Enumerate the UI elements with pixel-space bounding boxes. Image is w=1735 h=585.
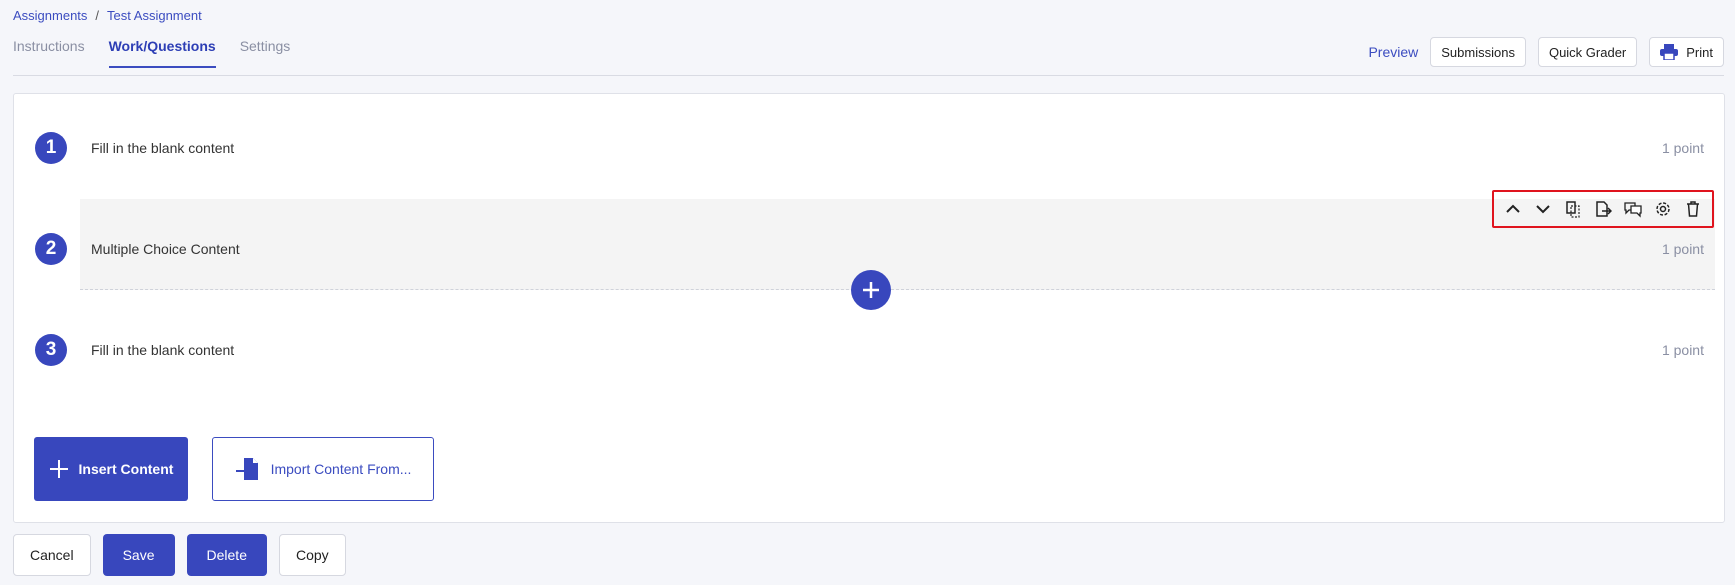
save-button[interactable]: Save	[102, 534, 175, 576]
export-button[interactable]	[1590, 196, 1616, 222]
tab-instructions[interactable]: Instructions	[13, 38, 85, 68]
question-number: 2	[35, 233, 67, 265]
bottom-actions: Cancel Save Delete Copy	[13, 534, 346, 576]
duplicate-icon	[1566, 201, 1580, 218]
move-down-button[interactable]	[1530, 196, 1556, 222]
trash-icon	[1687, 201, 1699, 217]
question-1[interactable]: 1 Fill in the blank content 1 point	[14, 94, 1724, 184]
question-points: 1 point	[1661, 140, 1704, 156]
print-label: Print	[1686, 44, 1713, 60]
top-actions: Preview Submissions Quick Grader Print	[1368, 37, 1724, 67]
question-number: 3	[35, 334, 67, 366]
insert-content-button[interactable]: Insert Content	[34, 437, 188, 501]
question-text: Multiple Choice Content	[91, 241, 240, 257]
import-file-icon	[235, 458, 258, 480]
question-3[interactable]: 3 Fill in the blank content 1 point	[14, 296, 1724, 386]
import-content-button[interactable]: Import Content From...	[212, 437, 434, 501]
question-text: Fill in the blank content	[91, 140, 235, 156]
settings-button[interactable]	[1650, 196, 1676, 222]
question-points: 1 point	[1661, 241, 1704, 257]
tab-work-questions[interactable]: Work/Questions	[108, 38, 216, 68]
tab-settings[interactable]: Settings	[240, 38, 291, 68]
comment-button[interactable]	[1620, 196, 1646, 222]
question-points: 1 point	[1661, 342, 1704, 358]
copy-button[interactable]: Copy	[278, 534, 346, 576]
duplicate-button[interactable]	[1560, 196, 1586, 222]
breadcrumb-assignments-link[interactable]: Assignments	[13, 8, 87, 23]
tab-bar: Instructions Work/Questions Settings	[13, 38, 290, 68]
breadcrumb-current[interactable]: Test Assignment	[107, 8, 202, 23]
printer-icon	[1660, 44, 1679, 60]
tabs-divider	[13, 75, 1724, 76]
breadcrumb: Assignments / Test Assignment	[13, 8, 202, 23]
delete-button[interactable]: Delete	[186, 534, 267, 576]
chevron-up-icon	[1506, 204, 1520, 213]
breadcrumb-separator: /	[95, 8, 100, 23]
cancel-button[interactable]: Cancel	[13, 534, 91, 576]
question-text: Fill in the blank content	[91, 342, 235, 358]
insert-content-label: Insert Content	[78, 461, 174, 477]
delete-question-button[interactable]	[1680, 196, 1706, 222]
chevron-down-icon	[1536, 205, 1550, 214]
export-icon	[1596, 201, 1612, 217]
quick-grader-button[interactable]: Quick Grader	[1537, 37, 1638, 67]
gear-icon	[1656, 202, 1670, 216]
move-up-button[interactable]	[1500, 196, 1526, 222]
plus-icon	[49, 460, 68, 478]
print-button[interactable]: Print	[1649, 37, 1724, 67]
questions-panel: 1 Fill in the blank content 1 point 2 Mu…	[13, 93, 1725, 523]
comment-icon	[1624, 202, 1642, 218]
question-number: 1	[35, 132, 67, 164]
submissions-button[interactable]: Submissions	[1430, 37, 1526, 67]
import-content-label: Import Content From...	[270, 461, 412, 477]
question-toolbar	[1492, 190, 1714, 228]
preview-link[interactable]: Preview	[1368, 44, 1418, 60]
